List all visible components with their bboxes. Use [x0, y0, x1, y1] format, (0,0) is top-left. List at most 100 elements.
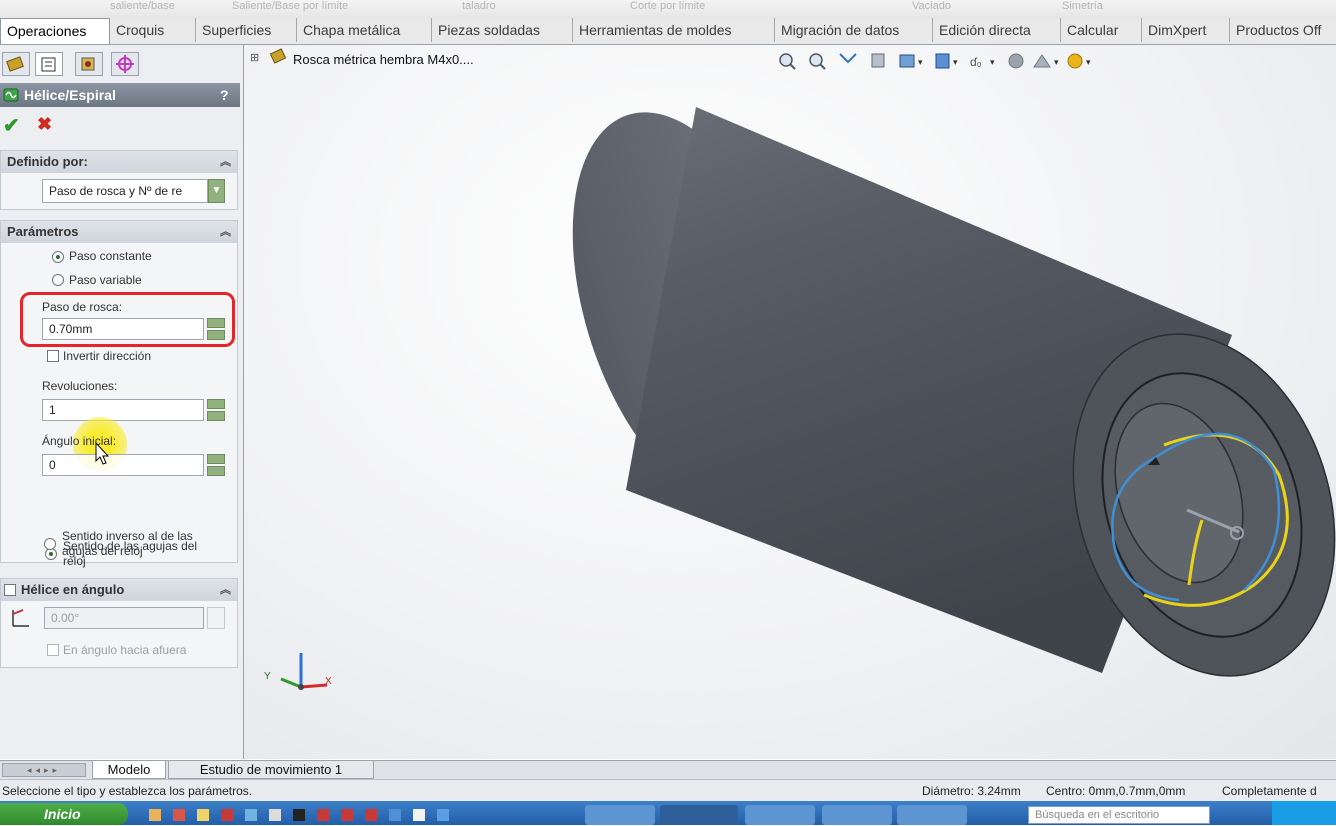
app-icon	[317, 809, 329, 821]
tab-motion-study[interactable]: Estudio de movimiento 1	[168, 761, 374, 779]
tab-herramientas-moldes[interactable]: Herramientas de moldes	[573, 18, 775, 42]
taper-angle-spinner[interactable]	[207, 607, 225, 629]
tab-croquis[interactable]: Croquis	[110, 18, 196, 42]
cylinder-model[interactable]	[244, 45, 1336, 759]
property-manager-tab[interactable]	[35, 52, 63, 76]
taskbar-button[interactable]	[585, 805, 655, 825]
mouse-cursor-icon	[95, 441, 110, 465]
start-angle-spinner[interactable]	[207, 454, 225, 476]
outward-label: En ángulo hacia afuera	[63, 643, 187, 657]
taper-angle-icon	[12, 609, 29, 627]
cancel-button[interactable]: ✖	[37, 114, 52, 135]
app-icon	[149, 809, 161, 821]
taper-helix-header[interactable]: Hélice en ángulo ︽	[1, 579, 237, 601]
triad-y-label: Y	[264, 671, 271, 682]
outward-checkbox[interactable]	[47, 644, 59, 656]
graphics-viewport[interactable]: ⊞ Rosca métrica hembra M4x0.... ▾ ▾ ɗ₀ ▾ …	[244, 45, 1336, 759]
taskbar-button-active[interactable]	[660, 805, 738, 825]
app-icon	[341, 809, 353, 821]
revolutions-spinner[interactable]	[207, 399, 225, 421]
start-angle-input[interactable]: 0	[42, 454, 204, 476]
defined-by-select[interactable]: Paso de rosca y Nº de re	[42, 179, 208, 203]
collapse-icon[interactable]: ︽	[220, 579, 231, 601]
parameters-header[interactable]: Parámetros ︽	[1, 221, 237, 243]
tab-calcular[interactable]: Calcular	[1061, 18, 1142, 42]
tab-productos-office[interactable]: Productos Off	[1230, 18, 1336, 42]
toolbar-item[interactable]: Corte por límite	[630, 0, 705, 12]
revolutions-input[interactable]: 1	[42, 399, 204, 421]
quick-launch-icons[interactable]	[145, 807, 565, 823]
status-diameter: Diámetro: 3.24mm	[922, 784, 1021, 798]
crosshair-icon	[116, 55, 134, 73]
feature-tree-tab[interactable]	[2, 52, 30, 76]
status-message: Seleccione el tipo y establezca los pará…	[2, 784, 253, 798]
collapse-icon[interactable]: ︽	[220, 151, 231, 173]
ok-button[interactable]: ✔	[3, 113, 20, 138]
helix-icon	[3, 88, 19, 102]
counterclockwise-label-1: Sentido inverso al de las	[62, 529, 193, 543]
taper-angle-input[interactable]: 0.00°	[44, 607, 204, 629]
toolbar-item[interactable]: Vaciado	[912, 0, 951, 12]
configuration-tab[interactable]	[75, 52, 103, 76]
variable-pitch-radio[interactable]	[52, 274, 64, 286]
taskbar-button[interactable]	[745, 805, 815, 825]
app-icon	[293, 809, 305, 821]
dimxpert-tab[interactable]	[111, 52, 139, 76]
help-icon[interactable]: ?	[220, 83, 229, 107]
bottom-tabs-bar: ◂◂▸▸ Modelo Estudio de movimiento 1	[0, 760, 1336, 779]
triad-x-label: X	[325, 676, 332, 687]
app-icon	[173, 809, 185, 821]
tab-model[interactable]: Modelo	[92, 761, 166, 779]
feature-title-bar: Hélice/Espiral ?	[0, 83, 240, 107]
tab-chapa-metalica[interactable]: Chapa metálica	[297, 18, 432, 42]
app-icon	[365, 809, 377, 821]
desktop-search-input[interactable]: Búsqueda en el escritorio	[1028, 806, 1210, 824]
constant-pitch-label: Paso constante	[69, 249, 152, 263]
windows-taskbar: Inicio Búsqueda en el escritorio	[0, 801, 1336, 825]
command-tabs: Operaciones Croquis Superficies Chapa me…	[0, 18, 1336, 45]
tab-dimxpert[interactable]: DimXpert	[1142, 18, 1230, 42]
parameters-group: Parámetros ︽ Paso constante Paso variable…	[0, 220, 238, 568]
app-icon	[389, 809, 401, 821]
tab-superficies[interactable]: Superficies	[196, 18, 297, 42]
property-manager: Hélice/Espiral ? ✔ ✖ Definido por: ︽ Paso…	[0, 45, 244, 759]
ok-cancel-bar: ✔ ✖	[0, 111, 240, 139]
toolbar-item[interactable]: Saliente/Base por límite	[232, 0, 348, 12]
defined-by-group: Definido por: ︽ Paso de rosca y Nº de re …	[0, 150, 238, 210]
collapse-icon[interactable]: ︽	[220, 221, 231, 243]
status-bar: Seleccione el tipo y establezca los pará…	[0, 779, 1336, 802]
tab-scroll-arrows-icon[interactable]: ◂◂▸▸	[2, 763, 86, 777]
axis-triad-icon	[280, 653, 328, 690]
reverse-direction-label: Invertir dirección	[63, 349, 152, 363]
toolbar-item[interactable]: Simetría	[1062, 0, 1103, 12]
start-button[interactable]: Inicio	[0, 803, 128, 825]
command-toolbar: saliente/base Saliente/Base por límite t…	[0, 0, 1336, 18]
toolbar-item[interactable]: saliente/base	[110, 0, 175, 12]
app-icon	[245, 809, 257, 821]
counterclockwise-label-2: agujas del reloj	[62, 544, 143, 558]
feature-tree-icon	[6, 56, 24, 72]
defined-by-header[interactable]: Definido por: ︽	[1, 151, 237, 173]
app-icon	[269, 809, 281, 821]
tab-edicion-directa[interactable]: Edición directa	[933, 18, 1061, 42]
toolbar-item[interactable]: taladro	[462, 0, 496, 12]
property-icon	[41, 57, 56, 72]
variable-pitch-label: Paso variable	[69, 273, 142, 287]
status-definition: Completamente d	[1222, 784, 1317, 798]
constant-pitch-radio[interactable]	[52, 251, 64, 263]
taper-helix-checkbox[interactable]	[4, 584, 16, 596]
taskbar-button[interactable]	[897, 805, 967, 825]
tab-migracion-datos[interactable]: Migración de datos	[775, 18, 933, 42]
counterclockwise-radio[interactable]	[44, 538, 56, 550]
app-icon	[221, 809, 233, 821]
panel-tabs	[0, 45, 243, 79]
app-icon	[413, 809, 425, 821]
reverse-direction-checkbox[interactable]	[47, 350, 59, 362]
chevron-down-icon[interactable]: ▼	[208, 179, 225, 203]
tab-piezas-soldadas[interactable]: Piezas soldadas	[432, 18, 573, 42]
configuration-icon	[81, 57, 95, 71]
feature-title: Hélice/Espiral	[24, 87, 116, 103]
tab-operaciones[interactable]: Operaciones	[0, 18, 110, 44]
revolutions-label: Revoluciones:	[42, 379, 118, 393]
taskbar-button[interactable]	[822, 805, 892, 825]
